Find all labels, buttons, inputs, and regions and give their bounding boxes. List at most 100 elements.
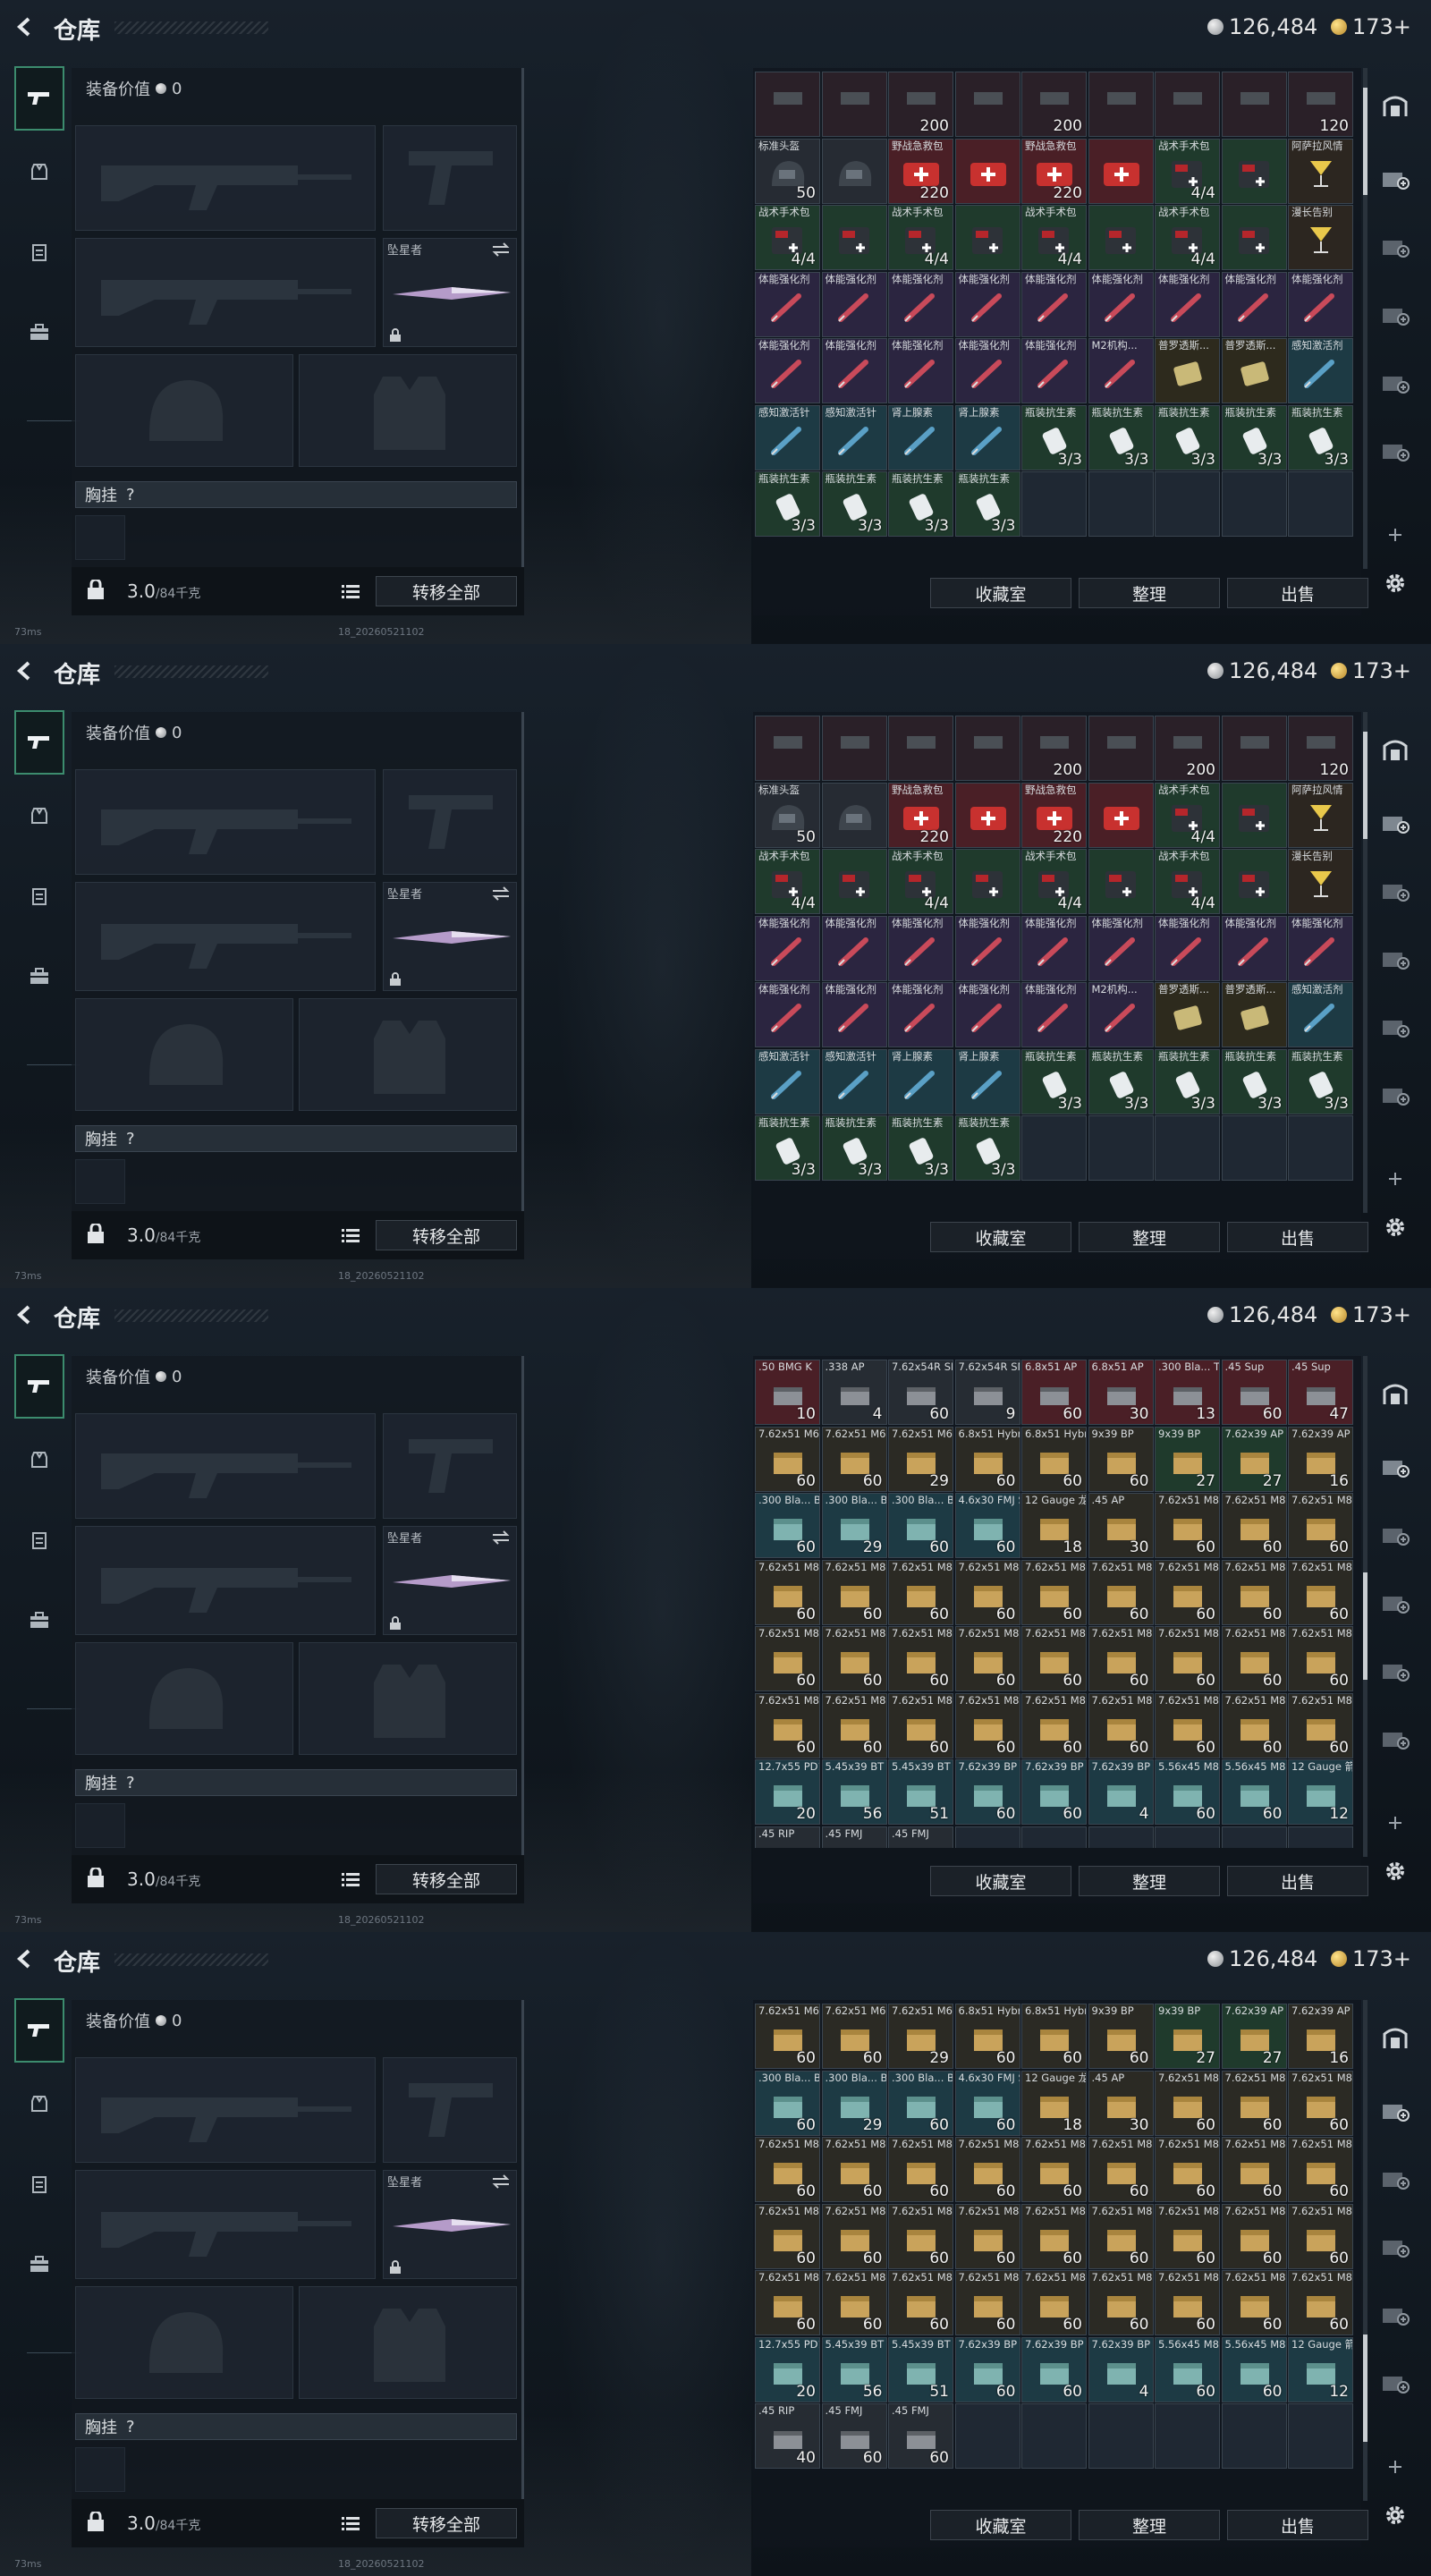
transfer-all-button[interactable]: 转移全部 bbox=[376, 1864, 517, 1894]
inventory-item[interactable] bbox=[821, 849, 887, 914]
inventory-item[interactable]: 普罗透斯... bbox=[1221, 982, 1287, 1047]
inventory-item[interactable]: 体能强化剂 bbox=[1021, 271, 1087, 337]
inventory-item[interactable]: 体能强化剂 bbox=[954, 271, 1020, 337]
sell-button[interactable]: 出售 bbox=[1227, 2510, 1368, 2540]
sell-button[interactable]: 出售 bbox=[1227, 1866, 1368, 1896]
inventory-item[interactable]: 战术手术包 4/4 bbox=[888, 849, 953, 914]
inventory-item[interactable]: 野战急救包 220 bbox=[888, 782, 953, 848]
storage-tab-4[interactable] bbox=[1374, 2290, 1417, 2340]
inventory-item[interactable]: 5.56x45 M855A1 60 bbox=[1155, 1759, 1220, 1825]
sort-button[interactable]: 整理 bbox=[1079, 1222, 1220, 1252]
inventory-item[interactable]: 7.62x51 M80 60 bbox=[1221, 2270, 1287, 2335]
inventory-item[interactable]: 感知激活针 bbox=[755, 404, 820, 470]
chest-rig-help[interactable]: ? bbox=[126, 2418, 135, 2436]
inventory-item[interactable]: 体能强化剂 bbox=[755, 338, 820, 403]
storage-tab-all[interactable] bbox=[1374, 724, 1417, 775]
inventory-item[interactable]: 7.62x51 M80 60 bbox=[1088, 2137, 1154, 2202]
inventory-item[interactable]: 120 bbox=[1288, 72, 1353, 137]
nav-weapons[interactable] bbox=[14, 710, 64, 775]
nav-armor[interactable] bbox=[14, 1428, 64, 1492]
inventory-item[interactable] bbox=[1221, 72, 1287, 137]
inventory-item[interactable]: 9x39 BP 60 bbox=[1088, 1426, 1154, 1492]
inventory-item[interactable]: 200 bbox=[1155, 716, 1220, 781]
inventory-item[interactable]: 12.7x55 PD12双头 20 bbox=[755, 2336, 820, 2402]
inventory-item[interactable]: 瓶装抗生素 3/3 bbox=[954, 471, 1020, 537]
storage-tab-3[interactable] bbox=[1374, 934, 1417, 984]
nav-armor[interactable] bbox=[14, 2072, 64, 2136]
inventory-item[interactable]: 7.62x39 AP 16 bbox=[1288, 2004, 1353, 2069]
chest-rig-bar[interactable]: 胸挂 ? bbox=[75, 1125, 517, 1152]
storage-scroll-thumb[interactable] bbox=[1363, 1572, 1367, 1680]
storage-tab-4[interactable] bbox=[1374, 1002, 1417, 1052]
inventory-item[interactable]: 感知激活针 bbox=[821, 404, 887, 470]
inventory-item[interactable]: 7.62x51 M80 60 bbox=[1221, 1493, 1287, 1558]
melee-slot[interactable]: 坠星者 bbox=[383, 1526, 517, 1635]
settings-button[interactable] bbox=[1374, 558, 1417, 608]
inventory-item[interactable]: .300 Bla... T 13 bbox=[1155, 1360, 1220, 1425]
inventory-item[interactable]: 7.62x51 M80 60 bbox=[888, 1692, 953, 1758]
primary-weapon-slot[interactable] bbox=[75, 769, 376, 875]
empty-cell[interactable] bbox=[1288, 1115, 1353, 1181]
inventory-item[interactable] bbox=[1088, 716, 1154, 781]
storage-tab-4[interactable] bbox=[1374, 1646, 1417, 1696]
storage-tab-2[interactable] bbox=[1374, 2154, 1417, 2204]
inventory-item[interactable]: 7.62x51 M80 60 bbox=[888, 1626, 953, 1691]
inventory-item[interactable]: .45 Sup 47 bbox=[1288, 1360, 1353, 1425]
collection-button[interactable]: 收藏室 bbox=[930, 1866, 1071, 1896]
inventory-item[interactable]: 7.62x51 M80 60 bbox=[821, 1559, 887, 1625]
inventory-item[interactable]: 7.62x51 M80 60 bbox=[1088, 2203, 1154, 2269]
inventory-item[interactable] bbox=[1221, 205, 1287, 270]
inventory-item[interactable]: .300 Bla... BCP FMJ 60 bbox=[888, 2070, 953, 2136]
inventory-item[interactable]: 12.7x55 PD12双头 20 bbox=[755, 1759, 820, 1825]
swap-icon[interactable] bbox=[491, 886, 511, 901]
list-icon[interactable] bbox=[342, 1228, 360, 1242]
inventory-item[interactable]: 标准头盔 50 bbox=[755, 782, 820, 848]
inventory-item[interactable]: 标准头盔 50 bbox=[755, 138, 820, 204]
inventory-item[interactable]: 7.62x51 M80 60 bbox=[1155, 2270, 1220, 2335]
inventory-item[interactable]: 7.62x51 M80 60 bbox=[1288, 1692, 1353, 1758]
inventory-item[interactable]: .45 AP 30 bbox=[1088, 1493, 1154, 1558]
inventory-item[interactable] bbox=[821, 716, 887, 781]
inventory-item[interactable]: 7.62x51 M80 60 bbox=[954, 1692, 1020, 1758]
inventory-item[interactable]: 瓶装抗生素 3/3 bbox=[1021, 404, 1087, 470]
gold-currency[interactable]: 173+ bbox=[1331, 1946, 1411, 1971]
inventory-item[interactable]: 7.62x39 BP 60 bbox=[954, 2336, 1020, 2402]
inventory-item[interactable]: 体能强化剂 bbox=[821, 338, 887, 403]
inventory-item[interactable] bbox=[755, 716, 820, 781]
storage-tab-1[interactable] bbox=[1374, 2086, 1417, 2136]
inventory-item[interactable]: 7.62x51 M80 60 bbox=[755, 1626, 820, 1691]
inventory-item[interactable] bbox=[1088, 782, 1154, 848]
inventory-item[interactable]: .300 Bla... BCP FMJ 60 bbox=[888, 1493, 953, 1558]
inventory-item[interactable]: .300 Bla... BCP SB 29 bbox=[821, 2070, 887, 2136]
inventory-item[interactable] bbox=[954, 138, 1020, 204]
inventory-item[interactable]: 7.62x51 M62 60 bbox=[755, 1426, 820, 1492]
inventory-item[interactable]: 7.62x51 M80 60 bbox=[1155, 1692, 1220, 1758]
secondary-weapon-slot[interactable] bbox=[75, 882, 376, 991]
inventory-item[interactable]: 瓶装抗生素 3/3 bbox=[821, 471, 887, 537]
inventory-item[interactable] bbox=[1088, 205, 1154, 270]
chest-rig-help[interactable]: ? bbox=[126, 1130, 135, 1148]
storage-tab-5[interactable] bbox=[1374, 2358, 1417, 2408]
inventory-item[interactable]: 12 Gauge 龙息 18 bbox=[1021, 1493, 1087, 1558]
inventory-item[interactable]: .338 AP 4 bbox=[821, 1360, 887, 1425]
inventory-item[interactable]: 7.62x39 BP 4 bbox=[1088, 2336, 1154, 2402]
empty-cell[interactable] bbox=[954, 1826, 1020, 1848]
inventory-item[interactable]: 普罗透斯... bbox=[1221, 338, 1287, 403]
helmet-slot[interactable] bbox=[75, 2286, 293, 2399]
nav-backpack[interactable] bbox=[14, 1589, 64, 1653]
storage-tab-all[interactable] bbox=[1374, 2012, 1417, 2063]
inventory-item[interactable]: 7.62x51 M80 60 bbox=[1288, 2203, 1353, 2269]
inventory-item[interactable]: 7.62x51 M80 60 bbox=[1288, 1559, 1353, 1625]
inventory-item[interactable]: 6.8x51 AP 30 bbox=[1088, 1360, 1154, 1425]
sort-button[interactable]: 整理 bbox=[1079, 1866, 1220, 1896]
storage-scroll-thumb[interactable] bbox=[1363, 88, 1367, 195]
storage-scroll-thumb[interactable] bbox=[1363, 2334, 1367, 2442]
storage-tab-2[interactable] bbox=[1374, 866, 1417, 916]
inventory-item[interactable]: 体能强化剂 bbox=[954, 915, 1020, 981]
chest-rig-slot[interactable] bbox=[75, 1803, 125, 1848]
inventory-item[interactable]: 9x39 BP 27 bbox=[1155, 2004, 1220, 2069]
inventory-item[interactable]: 200 bbox=[888, 72, 953, 137]
back-arrow-icon[interactable] bbox=[13, 658, 38, 683]
inventory-item[interactable]: 7.62x51 M80 60 bbox=[821, 1626, 887, 1691]
inventory-item[interactable] bbox=[821, 138, 887, 204]
